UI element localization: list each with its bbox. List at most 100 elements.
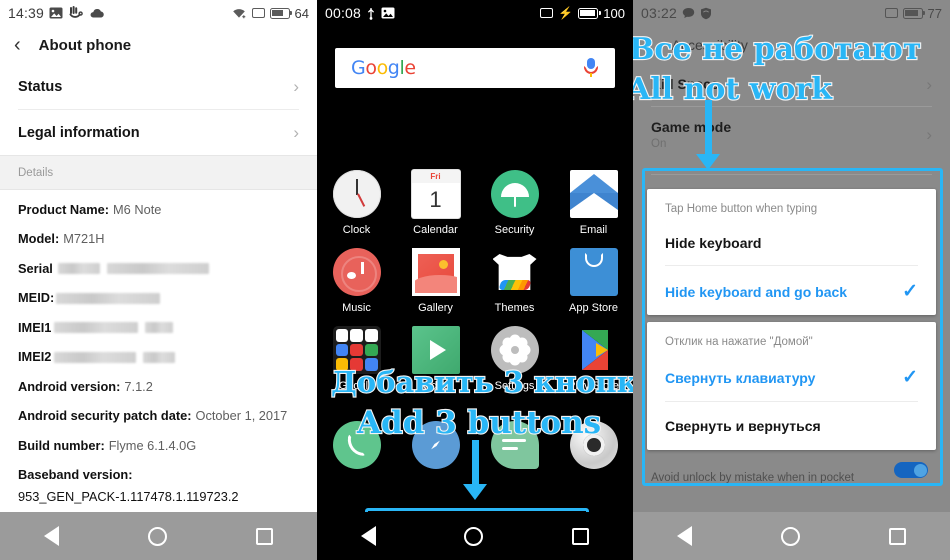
battery-icon (269, 7, 293, 19)
recents-square-icon[interactable] (255, 527, 273, 545)
image-icon (381, 7, 395, 19)
settings-row-legal-information[interactable]: Legal information › (0, 110, 317, 155)
detail-row: Model: M721H (18, 231, 299, 247)
settings-row-title: Game mode (651, 119, 732, 135)
detail-key: Baseband version: (18, 467, 133, 483)
microphone-icon[interactable] (583, 58, 599, 78)
back-triangle-icon[interactable] (677, 526, 693, 546)
detail-key: Serial (18, 260, 53, 276)
app-label: Clock (342, 224, 371, 236)
chevron-right-icon: › (293, 122, 299, 142)
app-clock[interactable]: Clock (325, 170, 389, 236)
back-triangle-icon[interactable] (44, 526, 60, 546)
details-list: Product Name: M6 Note Model: M721H Serial … (0, 190, 317, 506)
battery-icon (578, 7, 601, 19)
battery-percent: 64 (294, 5, 309, 21)
app-store-bag-icon (569, 248, 618, 296)
app-label: Music (342, 302, 371, 314)
navigation-bar-1 (0, 512, 317, 560)
message-icon (682, 7, 695, 19)
settings-row-label: Status (18, 78, 63, 95)
chevron-right-icon: › (926, 75, 932, 94)
battery-percent: 100 (603, 5, 625, 21)
recents-square-icon[interactable] (888, 527, 906, 545)
back-icon[interactable]: ‹ (14, 35, 21, 55)
chevron-right-icon: › (293, 76, 299, 96)
app-row-2: Music Gallery Themes App Store (317, 248, 633, 314)
app-themes[interactable]: Themes (483, 248, 547, 314)
detail-row: IMEI1 (18, 320, 299, 336)
detail-key: Product Name: (18, 202, 110, 217)
wifi-icon (232, 7, 247, 19)
charging-bolt-icon: ⚡ (558, 6, 574, 20)
home-circle-icon[interactable] (464, 526, 484, 546)
app-label: App Store (569, 302, 618, 314)
detail-value: M6 Note (113, 202, 162, 217)
app-app-store[interactable]: App Store (562, 248, 626, 314)
security-umbrella-icon (490, 170, 539, 218)
app-music[interactable]: Music (325, 248, 389, 314)
annotation-text-ru: Все не работают (633, 31, 923, 68)
navigation-bar-2 (317, 512, 633, 560)
google-logo: Google (351, 57, 416, 79)
detail-key: MEID: (18, 290, 55, 306)
detail-value: Flyme 6.1.4.0G (108, 437, 197, 453)
settings-row-label: Legal information (18, 124, 140, 141)
card-highlight (642, 168, 943, 486)
calendar-weekday: Fri (411, 170, 460, 183)
detail-key: IMEI1 (18, 319, 52, 335)
app-security[interactable]: Security (483, 170, 547, 236)
redacted-value (106, 263, 209, 275)
cloud-icon (89, 7, 105, 19)
detail-row: Baseband version: 953_GEN_PACK-1.117478.1… (18, 467, 299, 505)
app-label: Security (494, 224, 535, 236)
gallery-photo-icon (411, 248, 460, 296)
redacted-value (56, 292, 161, 304)
detail-value: M721H (63, 231, 105, 247)
annotation-text-en: All not work (633, 71, 833, 108)
app-gallery[interactable]: Gallery (404, 248, 468, 314)
back-triangle-icon[interactable] (361, 526, 377, 546)
detail-row: Android version: 7.1.2 (18, 379, 299, 395)
panel-accessibility: 03:22 77 ‹ Accessibility Kid Space › Gam… (633, 0, 950, 560)
detail-row: Serial (18, 261, 299, 277)
settings-row-game-mode[interactable]: Game mode On › (633, 107, 950, 162)
email-envelope-icon (569, 170, 618, 218)
calendar-day: 1 (429, 187, 442, 212)
detail-key: Build number: (18, 437, 105, 453)
detail-row: Build number: Flyme 6.1.4.0G (18, 438, 299, 454)
clock-icon (332, 170, 381, 218)
google-search-bar[interactable]: Google (335, 48, 615, 88)
shield-icon (700, 7, 712, 20)
home-circle-icon[interactable] (780, 526, 800, 546)
detail-row: Product Name: M6 Note (18, 202, 299, 218)
detail-key: IMEI2 (18, 349, 52, 365)
panel-about-phone: 14:39 64 ‹ About phone Status › Legal in… (0, 0, 317, 560)
app-label: Calendar (413, 224, 458, 236)
detail-row: Android security patch date: October 1, 2… (18, 408, 299, 424)
detail-value: October 1, 2017 (195, 408, 288, 424)
sim-icon (540, 8, 554, 18)
fingerprint-icon (68, 6, 84, 20)
redacted-value (57, 263, 100, 275)
sim-icon (251, 8, 265, 18)
recents-square-icon[interactable] (571, 527, 589, 545)
home-circle-icon[interactable] (147, 526, 167, 546)
redacted-value (145, 322, 174, 334)
section-header-details: Details (0, 155, 317, 190)
app-email[interactable]: Email (562, 170, 626, 236)
status-time: 14:39 (8, 5, 45, 21)
detail-row: IMEI2 (18, 349, 299, 365)
usb-icon (366, 7, 376, 20)
page-title: About phone (38, 36, 132, 54)
status-bar-2: 00:08 ⚡ 100 (317, 0, 633, 26)
detail-key: Android security patch date: (18, 408, 192, 424)
detail-row: MEID: (18, 290, 299, 306)
status-bar-1: 14:39 64 (0, 0, 317, 26)
appbar-about-phone: ‹ About phone (0, 26, 317, 64)
status-time: 00:08 (325, 5, 362, 21)
chevron-right-icon: › (926, 124, 932, 144)
settings-row-status[interactable]: Status › (0, 64, 317, 109)
app-calendar[interactable]: Fri 1 Calendar (404, 170, 468, 236)
app-label: Themes (494, 302, 535, 314)
